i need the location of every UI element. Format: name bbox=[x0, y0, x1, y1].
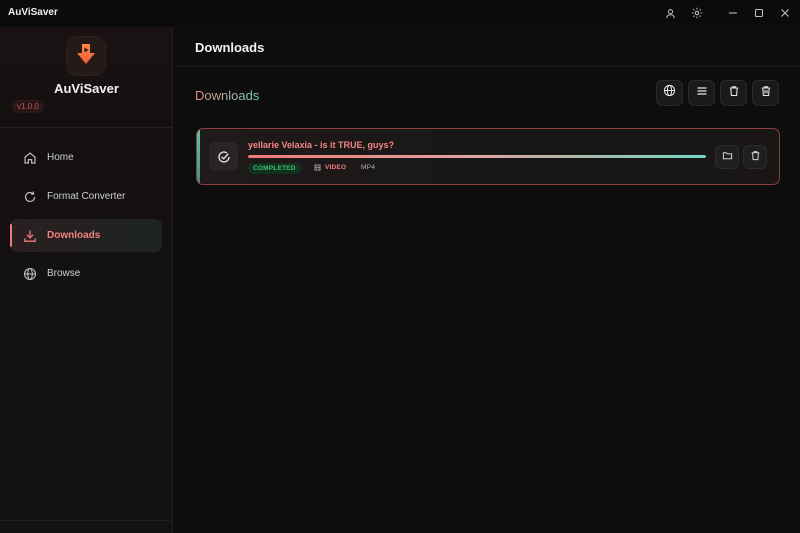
user-icon[interactable] bbox=[660, 4, 680, 22]
sidebar: AuViSaver v1.0.0 Home Format Converter D… bbox=[0, 27, 173, 533]
close-icon[interactable] bbox=[775, 4, 795, 22]
sidebar-item-browse[interactable]: Browse bbox=[10, 257, 162, 290]
media-type: VIDEO bbox=[314, 164, 346, 171]
gear-icon[interactable] bbox=[687, 4, 707, 22]
clear-all-button[interactable] bbox=[752, 80, 779, 106]
brand-name: AuViSaver bbox=[54, 81, 119, 96]
section-title: Downloads bbox=[195, 88, 260, 103]
window-title: AuViSaver bbox=[8, 7, 58, 18]
sidebar-item-label: Browse bbox=[47, 268, 81, 279]
sidebar-item-label: Format Converter bbox=[47, 191, 126, 202]
page-title: Downloads bbox=[195, 40, 265, 55]
browse-button[interactable] bbox=[656, 80, 683, 106]
folder-icon bbox=[722, 148, 733, 166]
trash-icon bbox=[750, 148, 761, 166]
sidebar-item-format-converter[interactable]: Format Converter bbox=[10, 180, 162, 213]
sidebar-item-home[interactable]: Home bbox=[10, 141, 162, 174]
title-bar: AuViSaver bbox=[0, 0, 800, 27]
trash-all-icon bbox=[760, 84, 772, 102]
menu-icon bbox=[696, 84, 708, 102]
sidebar-footer-divider bbox=[0, 520, 173, 521]
app-logo bbox=[67, 37, 105, 75]
version-badge: v1.0.0 bbox=[12, 100, 44, 113]
progress-bar bbox=[248, 155, 706, 158]
delete-selected-button[interactable] bbox=[720, 80, 747, 106]
globe-icon bbox=[663, 84, 676, 102]
globe-icon bbox=[22, 266, 38, 282]
file-format: MP4 bbox=[361, 164, 376, 171]
progress-fill bbox=[248, 155, 706, 158]
sidebar-item-downloads[interactable]: Downloads bbox=[10, 219, 162, 252]
trash-icon bbox=[728, 84, 740, 102]
film-icon bbox=[314, 164, 321, 171]
sidebar-item-label: Downloads bbox=[47, 230, 101, 241]
page-header: Downloads bbox=[174, 27, 800, 67]
maximize-icon[interactable] bbox=[749, 4, 769, 22]
list-view-button[interactable] bbox=[688, 80, 715, 106]
media-type-label: VIDEO bbox=[325, 164, 347, 171]
download-title: yellarie Velaxia - is it TRUE, guys? bbox=[248, 140, 395, 150]
download-icon bbox=[22, 228, 38, 244]
main-content: Downloads Downloads yellarie Velaxia - i… bbox=[174, 27, 800, 533]
download-logo-icon bbox=[76, 43, 96, 70]
download-item[interactable]: yellarie Velaxia - is it TRUE, guys? COM… bbox=[196, 128, 780, 185]
sidebar-divider bbox=[0, 127, 173, 128]
minimize-icon[interactable] bbox=[723, 4, 743, 22]
sidebar-item-label: Home bbox=[47, 152, 74, 163]
status-badge: COMPLETED bbox=[248, 163, 301, 174]
delete-item-button[interactable] bbox=[743, 145, 767, 169]
home-icon bbox=[22, 150, 38, 166]
open-folder-button[interactable] bbox=[715, 145, 739, 169]
refresh-icon bbox=[22, 189, 38, 205]
completed-check-icon bbox=[209, 142, 238, 171]
